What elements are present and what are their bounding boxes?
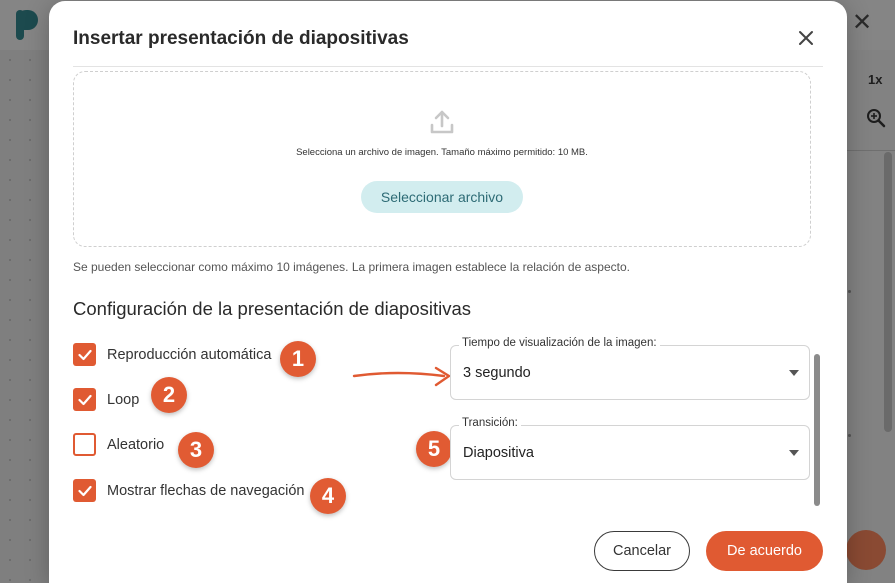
- loop-label: Loop: [107, 391, 140, 408]
- option-shuffle[interactable]: Aleatorio: [73, 433, 164, 456]
- background-action-button: [846, 530, 886, 570]
- dialog-title: Insertar presentación de diapositivas: [73, 28, 409, 49]
- navigation-arrows-checkbox[interactable]: [73, 479, 96, 502]
- annotation-badge-1: 1: [280, 341, 316, 377]
- check-icon: [77, 349, 92, 360]
- option-navigation-arrows[interactable]: Mostrar flechas de navegación: [73, 479, 304, 502]
- panel-dot: [848, 434, 851, 437]
- upload-instructions: Selecciona un archivo de imagen. Tamaño …: [296, 147, 588, 158]
- app-logo: [14, 6, 40, 40]
- chevron-down-icon: [789, 450, 799, 456]
- chevron-down-icon: [789, 370, 799, 376]
- zoom-level: 1x: [868, 72, 883, 87]
- settings-heading: Configuración de la presentación de diap…: [73, 298, 472, 319]
- cancel-button[interactable]: Cancelar: [594, 531, 690, 571]
- annotation-badge-2: 2: [151, 377, 187, 413]
- display-time-label: Tiempo de visualización de la imagen:: [459, 337, 660, 349]
- autoplay-label: Reproducción automática: [107, 346, 272, 363]
- zoom-in-icon: [866, 108, 886, 133]
- display-time-value: 3 segundo: [463, 365, 531, 381]
- option-loop[interactable]: Loop: [73, 388, 139, 411]
- file-dropzone[interactable]: Selecciona un archivo de imagen. Tamaño …: [73, 71, 811, 247]
- autoplay-checkbox[interactable]: [73, 343, 96, 366]
- select-file-button[interactable]: Seleccionar archivo: [361, 181, 523, 213]
- annotation-badge-3: 3: [178, 432, 214, 468]
- navigation-arrows-label: Mostrar flechas de navegación: [107, 482, 305, 499]
- check-icon: [77, 394, 92, 405]
- loop-checkbox[interactable]: [73, 388, 96, 411]
- display-time-select[interactable]: Tiempo de visualización de la imagen: 3 …: [450, 337, 810, 400]
- dialog-scrollbar[interactable]: [814, 354, 820, 506]
- panel-dot: [848, 290, 851, 293]
- annotation-arrow: [352, 366, 451, 387]
- panel-divider: [847, 150, 895, 151]
- close-icon: ✕: [852, 8, 873, 36]
- shuffle-checkbox[interactable]: [73, 433, 96, 456]
- transition-label: Transición:: [459, 417, 521, 429]
- option-autoplay[interactable]: Reproducción automática: [73, 343, 271, 366]
- annotation-badge-5: 5: [416, 431, 452, 467]
- close-button[interactable]: [793, 25, 819, 51]
- upload-icon: [430, 109, 454, 140]
- ok-button[interactable]: De acuerdo: [706, 531, 823, 571]
- panel-scrollbar: [884, 152, 892, 432]
- annotation-badge-4: 4: [310, 478, 346, 514]
- transition-value: Diapositiva: [463, 445, 534, 461]
- image-limit-hint: Se pueden seleccionar como máximo 10 imá…: [73, 260, 630, 274]
- transition-select[interactable]: Transición: Diapositiva: [450, 417, 810, 480]
- slideshow-dialog: Insertar presentación de diapositivas Se…: [49, 1, 847, 583]
- close-icon: [799, 31, 813, 45]
- check-icon: [77, 485, 92, 496]
- shuffle-label: Aleatorio: [107, 436, 165, 453]
- header-divider: [73, 66, 823, 67]
